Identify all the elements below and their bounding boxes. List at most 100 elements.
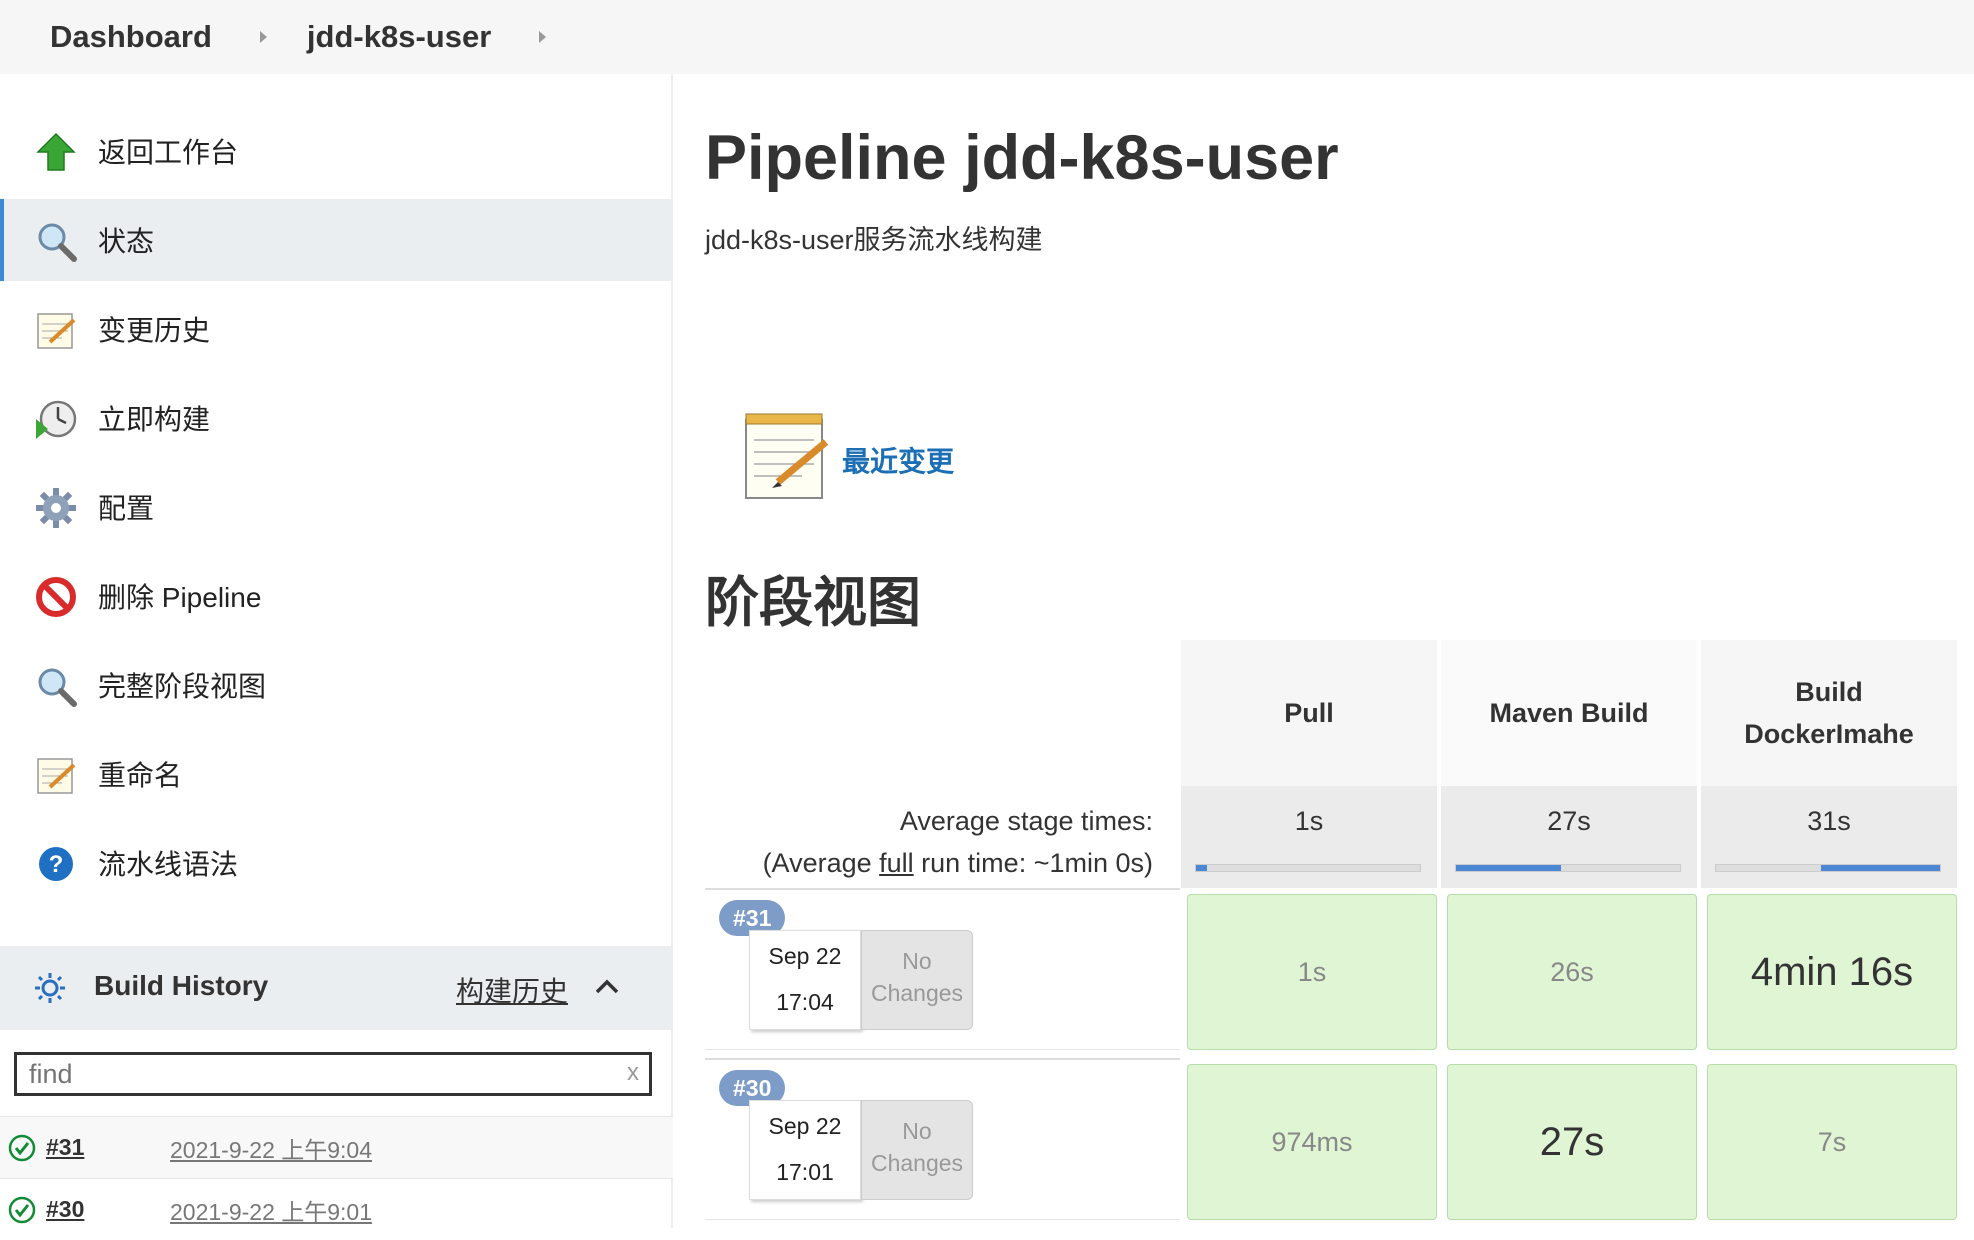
run-info: #31 Sep 22 17:04 No Changes: [705, 888, 1180, 1050]
stage-average-build-docker-image: 31s: [1701, 786, 1959, 888]
build-history-search: x: [14, 1052, 652, 1096]
stage-average-pull: 1s: [1181, 786, 1439, 888]
breadcrumb-chevron-icon[interactable]: [259, 31, 267, 43]
stage-average-bar-fill: [1196, 865, 1208, 871]
run-changes[interactable]: No Changes: [861, 930, 973, 1030]
stage-name-line: Build: [1795, 677, 1863, 707]
stage-average-bar: [1195, 864, 1421, 872]
stage-name: Maven Build: [1489, 698, 1649, 728]
breadcrumb-job[interactable]: jdd-k8s-user: [307, 19, 491, 55]
stage-name: Pull: [1284, 698, 1334, 728]
sidebar-item-label: 立即构建: [98, 404, 211, 435]
recent-changes-link[interactable]: 最近变更: [842, 440, 954, 480]
sidebar-item-label: 状态: [98, 226, 155, 257]
stage-header-pull: Pull: [1181, 640, 1439, 786]
build-history-link[interactable]: 构建历史: [456, 970, 568, 1010]
page-title: Pipeline jdd-k8s-user: [705, 123, 1339, 193]
notepad-icon: [37, 313, 76, 349]
build-clock-icon: [36, 400, 77, 439]
stage-cell-build-docker-image[interactable]: 4min 16s: [1707, 894, 1957, 1050]
stage-cell-maven-build[interactable]: 27s: [1447, 1064, 1697, 1220]
build-history-search-input[interactable]: [17, 1055, 597, 1093]
sidebar-item-rename[interactable]: 重命名: [0, 733, 673, 815]
chevron-up-icon[interactable]: [594, 974, 620, 1000]
stage-view-run-row: #30 Sep 22 17:01 No Changes 974ms 27s 7s: [705, 1058, 1965, 1220]
sidebar: 返回工作台 状态 变更历史 立即构建 配置 删除 Pipeline 完整阶段视图…: [0, 74, 673, 1228]
magnifier-icon: [38, 223, 77, 262]
stage-average-bar: [1715, 864, 1941, 872]
sidebar-item-pipeline-syntax[interactable]: ? 流水线语法: [0, 822, 673, 904]
up-arrow-icon: [36, 132, 76, 171]
run-changes-line: Changes: [870, 1150, 964, 1176]
notepad-icon: [745, 413, 829, 499]
build-history-row[interactable]: #31 2021-9-22 上午9:04: [0, 1116, 673, 1178]
stage-average-bar-fill: [1456, 865, 1562, 871]
stage-average-bar-fill: [1821, 865, 1940, 871]
build-history-title: Build History: [94, 970, 269, 1001]
stage-average-bar: [1455, 864, 1681, 872]
sidebar-item-change-history[interactable]: 变更历史: [0, 288, 673, 370]
notepad-icon: [37, 758, 76, 794]
build-date-link[interactable]: 2021-9-22 上午9:01: [170, 1193, 372, 1227]
stage-cell-maven-build[interactable]: 26s: [1447, 894, 1697, 1050]
stage-cell-pull[interactable]: 1s: [1187, 894, 1437, 1050]
average-stage-times-text: Average stage times:: [899, 806, 1153, 836]
stage-view-title: 阶段视图: [705, 573, 921, 633]
no-entry-icon: [36, 577, 76, 617]
stage-header-maven-build: Maven Build: [1441, 640, 1699, 786]
average-run-prefix: (Average: [762, 848, 880, 878]
run-changes-line: Changes: [870, 980, 964, 1006]
stage-cell-pull[interactable]: 974ms: [1187, 1064, 1437, 1220]
average-run-suffix: run time: ~1min 0s): [913, 848, 1153, 878]
sidebar-item-label: 删除 Pipeline: [98, 582, 262, 613]
stage-name-line: DockerImahe: [1744, 719, 1914, 749]
sidebar-item-status[interactable]: 状态: [0, 199, 673, 281]
stage-header-build-docker-image: Build DockerImahe: [1701, 640, 1959, 786]
sidebar-item-label: 配置: [98, 493, 155, 524]
breadcrumb-chevron-icon[interactable]: [539, 31, 547, 43]
run-changes-line: No: [902, 948, 932, 974]
run-date-time: 17:04: [776, 989, 834, 1015]
sidebar-item-configure[interactable]: 配置: [0, 466, 673, 548]
stage-view-table: Average stage times: (Average full run t…: [705, 640, 1965, 1228]
build-number-link[interactable]: #30: [46, 1196, 84, 1223]
stage-average-maven-build: 27s: [1441, 786, 1699, 888]
success-check-icon: [8, 1134, 36, 1161]
run-date: Sep 22 17:01: [749, 1100, 861, 1200]
stage-average-time: 27s: [1547, 806, 1591, 836]
breadcrumb: Dashboard jdd-k8s-user: [0, 0, 1974, 74]
average-full-run-time: (Average full run time: ~1min 0s): [705, 842, 1153, 884]
sidebar-item-label: 完整阶段视图: [98, 671, 267, 702]
run-date-day: Sep 22: [768, 943, 842, 969]
sidebar-item-build-now[interactable]: 立即构建: [0, 377, 673, 459]
sidebar-item-label: 返回工作台: [98, 137, 239, 168]
build-history-row[interactable]: #30 2021-9-22 上午9:01: [0, 1178, 673, 1240]
magnifier-icon: [38, 668, 77, 707]
stage-cell-build-docker-image[interactable]: 7s: [1707, 1064, 1957, 1220]
breadcrumb-dashboard[interactable]: Dashboard: [50, 19, 212, 55]
run-date-day: Sep 22: [768, 1113, 842, 1139]
pipeline-description: jdd-k8s-user服务流水线构建: [705, 225, 1043, 255]
run-changes[interactable]: No Changes: [861, 1100, 973, 1200]
run-date-time: 17:01: [776, 1159, 834, 1185]
stage-average-time: 1s: [1294, 806, 1324, 836]
sidebar-item-label: 流水线语法: [98, 849, 239, 880]
build-history-header: Build History 构建历史: [0, 946, 673, 1030]
stage-view-run-row: #31 Sep 22 17:04 No Changes 1s 26s 4min …: [705, 888, 1965, 1050]
build-history-sun-icon: [35, 973, 65, 1003]
sidebar-item-full-stage-view[interactable]: 完整阶段视图: [0, 644, 673, 726]
run-info: #30 Sep 22 17:01 No Changes: [705, 1058, 1180, 1220]
full-run-link[interactable]: full: [879, 848, 914, 878]
sidebar-item-back-to-dashboard[interactable]: 返回工作台: [0, 110, 673, 192]
clear-search-icon[interactable]: x: [627, 1059, 639, 1087]
sidebar-item-delete-pipeline[interactable]: 删除 Pipeline: [0, 555, 673, 637]
stage-average-time: 31s: [1807, 806, 1851, 836]
gear-icon: [36, 488, 76, 528]
help-icon: ?: [39, 847, 73, 881]
build-date-link[interactable]: 2021-9-22 上午9:04: [170, 1131, 372, 1165]
build-number-link[interactable]: #31: [46, 1134, 84, 1161]
run-changes-line: No: [902, 1118, 932, 1144]
svg-text:?: ?: [49, 851, 64, 878]
run-date: Sep 22 17:04: [749, 930, 861, 1030]
sidebar-item-label: 重命名: [98, 760, 183, 791]
